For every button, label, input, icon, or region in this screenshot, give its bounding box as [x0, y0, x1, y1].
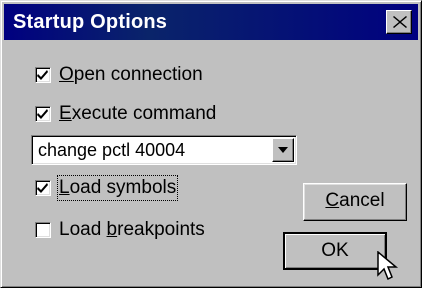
- command-combo-value: change pctl 40004: [38, 140, 186, 160]
- chevron-down-icon: [278, 147, 288, 153]
- check-icon: [37, 183, 48, 193]
- command-combo[interactable]: change pctl 40004: [31, 135, 297, 165]
- execute-command-label: Execute command: [59, 103, 217, 124]
- mouse-pointer-icon: [377, 251, 399, 281]
- open-connection-option[interactable]: Open connection: [35, 62, 203, 88]
- open-connection-checkbox[interactable]: [35, 67, 51, 83]
- open-connection-label: Open connection: [59, 64, 203, 85]
- execute-command-checkbox[interactable]: [35, 106, 51, 122]
- check-icon: [37, 109, 48, 119]
- close-icon: [393, 16, 407, 28]
- cancel-button[interactable]: Cancel: [303, 183, 407, 221]
- load-breakpoints-option[interactable]: Load breakpoints: [35, 217, 205, 243]
- load-symbols-label: Load symbols: [56, 175, 179, 201]
- ok-button[interactable]: OK: [283, 232, 387, 270]
- dialog-title: Startup Options: [13, 11, 168, 33]
- combo-dropdown-button[interactable]: [272, 138, 294, 162]
- load-breakpoints-label: Load breakpoints: [59, 219, 205, 240]
- load-symbols-option[interactable]: Load symbols: [35, 175, 179, 201]
- check-icon: [37, 70, 48, 80]
- title-bar[interactable]: Startup Options: [4, 4, 418, 40]
- load-symbols-checkbox[interactable]: [35, 180, 51, 196]
- close-button[interactable]: [386, 10, 412, 34]
- load-breakpoints-checkbox[interactable]: [35, 222, 51, 238]
- execute-command-option[interactable]: Execute command: [35, 101, 216, 127]
- startup-options-dialog: Startup Options Open connection Execute …: [0, 0, 422, 288]
